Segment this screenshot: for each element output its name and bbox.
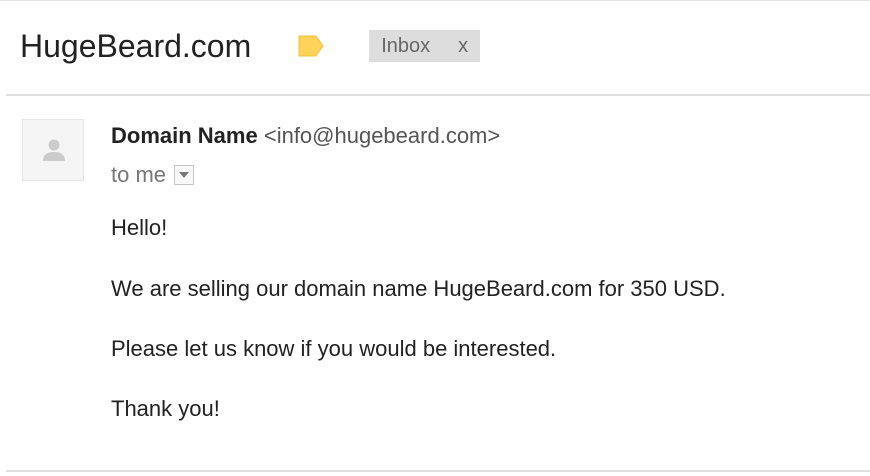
remove-label-button[interactable]: x xyxy=(458,35,468,58)
inbox-label-chip: Inbox x xyxy=(369,30,481,62)
body-line-request: Please let us know if you would be inter… xyxy=(111,336,557,361)
top-border xyxy=(0,0,870,1)
sender-email: <info@hugebeard.com> xyxy=(263,123,501,148)
recipient-line: to me xyxy=(111,161,195,189)
person-placeholder-icon xyxy=(43,139,65,161)
recipient-text: to me xyxy=(111,162,167,187)
inbox-label-text: Inbox xyxy=(381,34,431,57)
show-details-button[interactable] xyxy=(174,165,195,185)
body-line-closing: Thank you! xyxy=(111,396,220,421)
sender-line: Domain Name <info@hugebeard.com> xyxy=(111,122,500,150)
label-tag-icon[interactable] xyxy=(297,35,325,57)
subject-header: HugeBeard.com Inbox x xyxy=(20,22,481,70)
email-subject: HugeBeard.com xyxy=(20,28,252,64)
chevron-down-icon xyxy=(179,172,190,178)
email-view: HugeBeard.com Inbox x Domain Name <info@… xyxy=(0,0,870,476)
footer-divider xyxy=(6,470,870,472)
header-divider xyxy=(6,94,870,96)
body-line-offer: We are selling our domain name HugeBeard… xyxy=(111,276,726,301)
sender-name[interactable]: Domain Name xyxy=(111,123,258,148)
sender-avatar[interactable] xyxy=(22,119,84,181)
body-line-greeting: Hello! xyxy=(111,215,168,240)
